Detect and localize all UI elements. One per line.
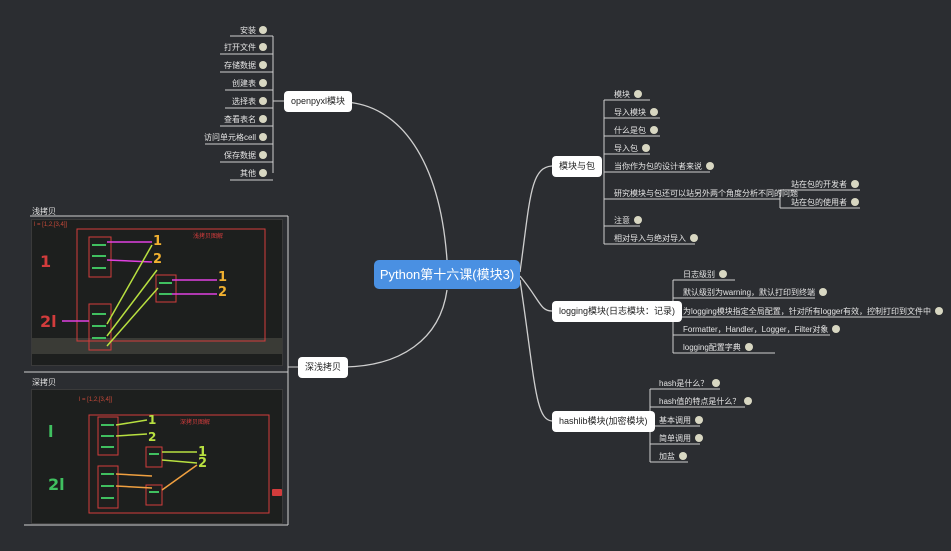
leaf-hashlib-hash-features[interactable]: hash值的特点是什么？: [659, 395, 753, 408]
leaf-logging-config-dict[interactable]: logging配置字典: [683, 341, 753, 354]
leaf-openpyxl-install[interactable]: 安装: [240, 24, 267, 37]
leaf-openpyxl-open-file[interactable]: 打开文件: [224, 41, 267, 54]
note-icon: [679, 451, 687, 460]
deep-num-d: 2: [198, 456, 208, 471]
shallow-copy-title: 浅拷贝: [32, 207, 56, 216]
note-icon: [634, 89, 642, 98]
leaf-hashlib-what-is-hash[interactable]: hash是什么？: [659, 377, 721, 390]
note-icon: [744, 396, 753, 405]
branch-logging[interactable]: logging模块(日志模块：记录): [552, 301, 683, 322]
leaf-openpyxl-store-data[interactable]: 存储数据: [224, 59, 267, 72]
leaf-hashlib-salt[interactable]: 加盐: [659, 450, 687, 463]
leaf-openpyxl-create-sheet[interactable]: 创建表: [232, 77, 267, 90]
leaf-package-relative-absolute-import[interactable]: 相对导入与绝对导入: [614, 232, 698, 245]
note-icon: [851, 197, 859, 206]
branch-openpyxl[interactable]: openpyxl模块: [284, 91, 353, 112]
leaf-openpyxl-save-data[interactable]: 保存数据: [224, 149, 267, 162]
note-icon: [744, 342, 753, 351]
leaf-package-notice[interactable]: 注意: [614, 214, 642, 227]
leaf-hashlib-basic-call[interactable]: 基本调用: [659, 414, 703, 427]
note-icon: [706, 161, 714, 170]
note-icon: [259, 168, 267, 177]
shallow-code: l = [1,2,[3,4]]: [34, 222, 68, 228]
leaf-package-import-package[interactable]: 导入包: [614, 142, 650, 155]
leaf-package-module[interactable]: 模块: [614, 88, 642, 101]
note-icon: [851, 179, 859, 188]
note-icon: [650, 107, 658, 116]
note-icon: [819, 287, 828, 296]
leaf-logging-levels[interactable]: 日志级别: [683, 268, 727, 281]
note-icon: [259, 42, 267, 51]
shallow-num-d: 2: [218, 285, 228, 300]
leaf-package-what-is-package[interactable]: 什么是包: [614, 124, 658, 137]
leaf-logging-objects[interactable]: Formatter，Handler，Logger，Filter对象: [683, 323, 841, 336]
leaf-logging-global-config[interactable]: 为logging模块指定全局配置，针对所有logger有效，控制打印到文件中: [683, 305, 944, 318]
note-icon: [642, 143, 650, 152]
branch-hashlib[interactable]: hashlib模块(加密模块): [552, 411, 655, 432]
shallow-num-a: 1: [153, 234, 163, 249]
deep-code: l = [1,2,[3,4]]: [79, 397, 113, 403]
branch-deep-shallow-copy[interactable]: 深浅拷贝: [298, 357, 349, 378]
deep-copy-image: [31, 389, 283, 524]
leaf-openpyxl-cell-access[interactable]: 访问单元格cell: [204, 131, 267, 144]
note-icon: [259, 132, 267, 141]
deep-num-left-bottom: 2l: [48, 475, 65, 494]
note-icon: [832, 324, 841, 333]
leaf-openpyxl-other[interactable]: 其他: [240, 167, 267, 180]
deep-caption: 深拷贝图解: [180, 420, 211, 426]
note-icon: [690, 233, 698, 242]
note-icon: [695, 433, 703, 442]
deep-copy-diagram: [88, 414, 270, 514]
deep-num-a: 1: [148, 413, 157, 427]
shallow-num-left-top: 1: [40, 252, 52, 271]
deep-num-left-top: l: [48, 422, 54, 441]
deep-num-b: 2: [148, 430, 157, 444]
leaf-hashlib-simple-call[interactable]: 简单调用: [659, 432, 703, 445]
note-icon: [259, 114, 267, 123]
leaf-openpyxl-sheet-names[interactable]: 查看表名: [224, 113, 267, 126]
note-icon: [719, 269, 727, 278]
shallow-caption: 浅拷贝图解: [193, 234, 224, 240]
note-icon: [259, 150, 267, 159]
note-icon: [650, 125, 658, 134]
leaf-package-perspectives[interactable]: 研究模块与包还可以站另外两个角度分析不同的问题: [614, 187, 798, 200]
note-icon: [259, 60, 267, 69]
leaf-package-import-module[interactable]: 导入模块: [614, 106, 658, 119]
shallow-num-b: 2: [153, 252, 163, 267]
note-icon: [712, 378, 721, 387]
deep-copy-title: 深拷贝: [32, 378, 56, 387]
leaf-package-developer[interactable]: 站在包的开发者: [791, 178, 859, 191]
leaf-package-designer[interactable]: 当你作为包的设计者来说: [614, 160, 714, 173]
note-icon: [935, 306, 944, 315]
leaf-package-user[interactable]: 站在包的使用者: [791, 196, 859, 209]
note-icon: [634, 215, 642, 224]
note-icon: [259, 96, 267, 105]
central-topic[interactable]: Python第十六课(模块3): [374, 260, 520, 289]
note-icon: [259, 25, 267, 34]
branch-modules-packages[interactable]: 模块与包: [552, 156, 603, 177]
leaf-logging-default-level[interactable]: 默认级别为warning，默认打印到终端: [683, 286, 828, 299]
leaf-openpyxl-select-sheet[interactable]: 选择表: [232, 95, 267, 108]
note-icon: [259, 78, 267, 87]
shallow-num-left-bottom: 2l: [40, 312, 57, 331]
note-icon: [695, 415, 703, 424]
shallow-num-c: 1: [218, 270, 228, 285]
flag-icon: [272, 489, 282, 496]
